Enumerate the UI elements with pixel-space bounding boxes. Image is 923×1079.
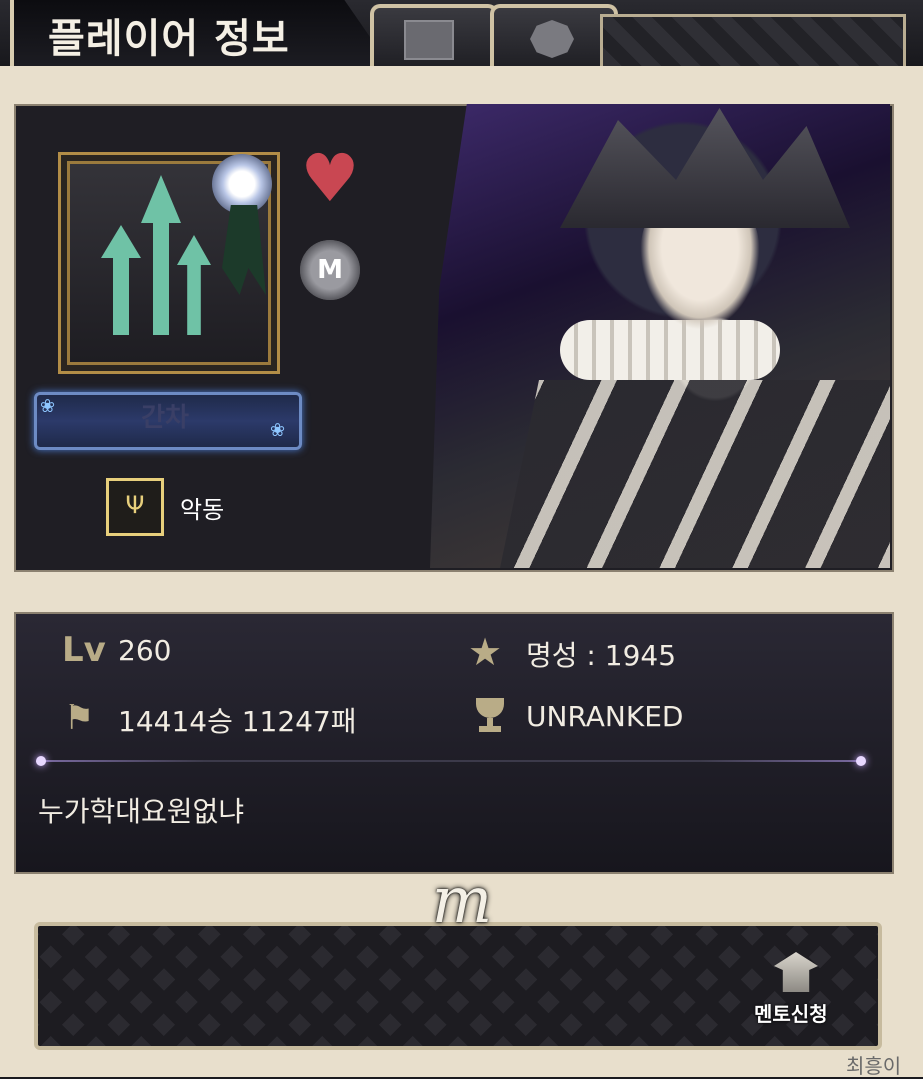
portrait-ruff: [560, 320, 780, 380]
level-icon: Lv: [62, 630, 106, 670]
badge-icon: [530, 20, 574, 58]
m-emblem-icon: m: [431, 864, 493, 938]
win-loss-record: 14414승 11247패: [118, 705, 357, 738]
gacha-label: 간차: [141, 403, 189, 433]
trident-icon: Ψ: [106, 478, 164, 536]
tab-badge[interactable]: [490, 4, 618, 68]
fame-value: 명성 : 1945: [526, 639, 677, 672]
mentor-request-label: 멘토신청: [754, 1002, 828, 1026]
page-title: 플레이어 정보: [48, 16, 290, 62]
star-icon: ★: [468, 630, 503, 674]
divider: [40, 760, 865, 762]
trophy-icon: [470, 696, 510, 736]
rank-value: UNRANKED: [526, 700, 684, 733]
tab-cards[interactable]: [370, 4, 498, 68]
player-title: 악동: [180, 496, 225, 524]
heart-icon[interactable]: ♥: [298, 146, 362, 212]
arrow-icon: [101, 225, 141, 335]
mentor-medal-icon[interactable]: M: [300, 240, 360, 300]
divider-dot: [36, 756, 46, 766]
corner-text: 최흥이: [846, 1054, 902, 1078]
level-value: 260: [118, 634, 172, 667]
arrow-icon: [177, 235, 211, 335]
cards-icon: [404, 20, 454, 60]
arrow-icon: [141, 175, 181, 335]
portrait-costume: [500, 380, 890, 568]
divider-dot: [856, 756, 866, 766]
flag-icon: ⚑: [64, 698, 95, 738]
tab-strip-pattern: [600, 14, 906, 70]
player-motto: 누가학대요원없냐: [38, 795, 245, 828]
